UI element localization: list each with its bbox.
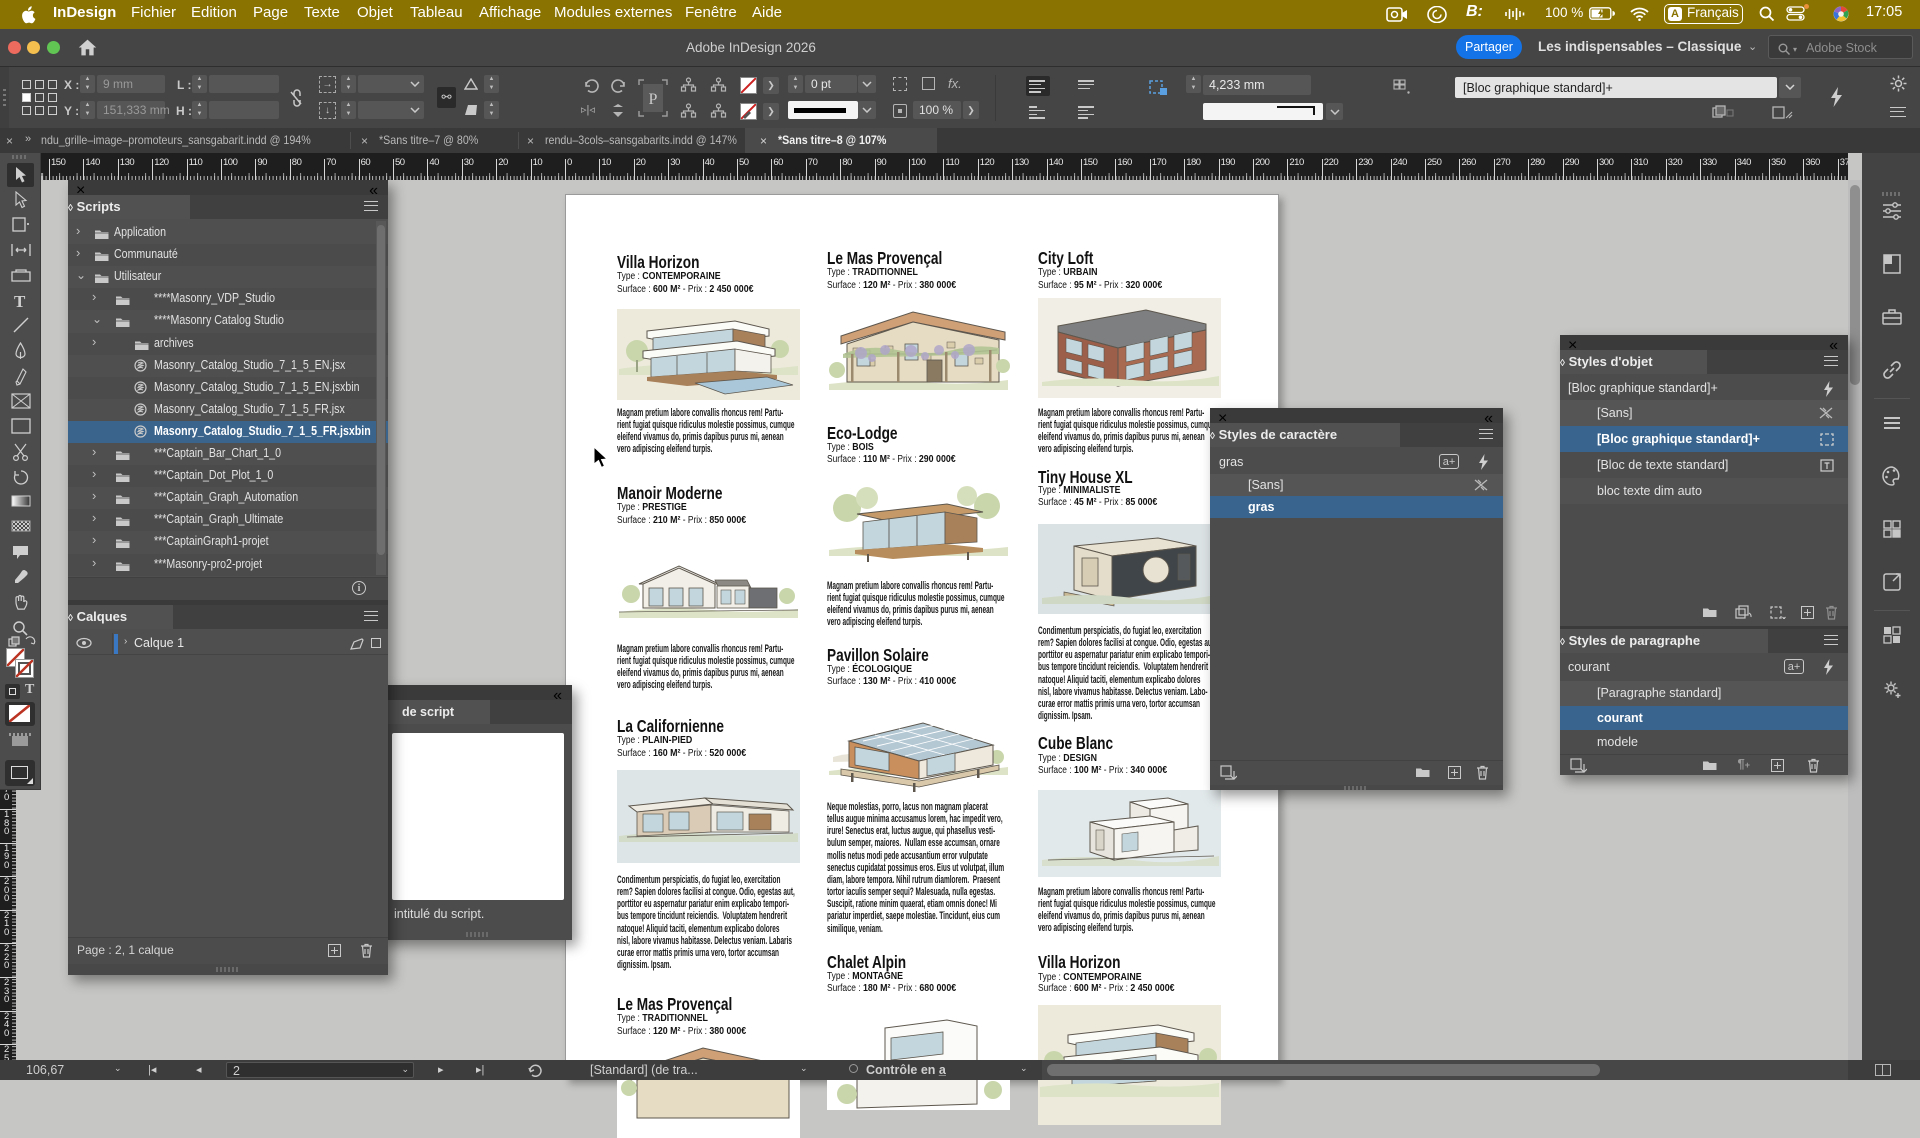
svg-text:P: P	[649, 91, 658, 108]
